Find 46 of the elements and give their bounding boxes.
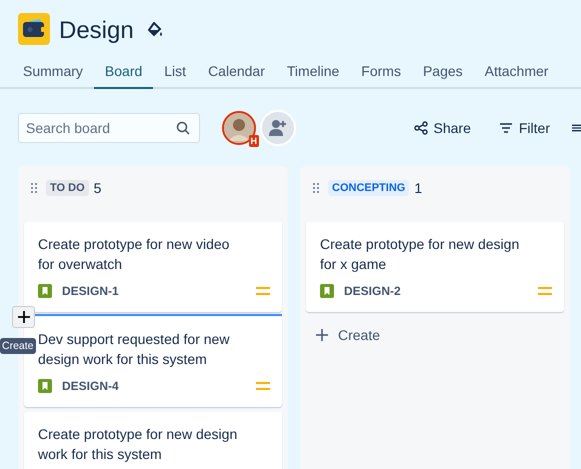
user-avatar[interactable] bbox=[222, 111, 256, 145]
issue-key: DESIGN-4 bbox=[62, 379, 119, 393]
nav-tab[interactable]: Summary bbox=[12, 59, 94, 87]
add-person-icon bbox=[269, 119, 287, 137]
story-icon bbox=[38, 379, 52, 393]
menu-icon[interactable] bbox=[572, 123, 581, 133]
nav-tab[interactable]: List bbox=[153, 59, 198, 87]
issue-card[interactable]: Create prototype for new design work for this system bbox=[24, 412, 282, 469]
insert-button[interactable] bbox=[12, 306, 35, 328]
story-icon bbox=[320, 284, 334, 298]
search-field[interactable]: Search board bbox=[18, 113, 200, 143]
nav-tab[interactable]: Pages bbox=[412, 59, 474, 87]
filter-icon bbox=[498, 122, 513, 134]
share-button[interactable]: Share bbox=[404, 120, 481, 136]
project-title: Design bbox=[59, 17, 134, 45]
issue-title: Create prototype for new design for x game bbox=[320, 235, 520, 274]
avatar-badge: H bbox=[248, 135, 259, 147]
issue-title: Dev support requested for new design work for this system bbox=[38, 330, 230, 369]
issue-title: Create prototype for new video for overwatch bbox=[38, 235, 230, 274]
status-lozenge: TO DO bbox=[46, 180, 89, 196]
filter-button[interactable]: Filter bbox=[488, 120, 560, 136]
priority-medium-icon bbox=[538, 286, 552, 296]
issue-count: 1 bbox=[414, 180, 422, 196]
priority-medium-icon bbox=[256, 286, 270, 296]
issue-key: DESIGN-1 bbox=[62, 284, 119, 298]
tooltip: Create bbox=[0, 338, 36, 354]
priority-medium-icon bbox=[256, 381, 270, 391]
search-icon bbox=[176, 121, 190, 135]
plus-icon bbox=[316, 329, 328, 341]
nav-tab[interactable]: Timeline bbox=[276, 59, 350, 87]
story-icon bbox=[38, 284, 52, 298]
issue-count: 5 bbox=[94, 180, 102, 196]
nav-tab[interactable]: Forms bbox=[350, 59, 412, 87]
nav-tab[interactable]: Attachmer bbox=[474, 59, 560, 87]
nav-tab[interactable]: Board bbox=[94, 59, 154, 89]
nav-tab[interactable]: Calendar bbox=[197, 59, 276, 87]
drag-handle-icon[interactable] bbox=[312, 182, 320, 194]
plus-icon bbox=[18, 311, 30, 323]
issue-title: Create prototype for new design work for this system bbox=[38, 425, 238, 464]
status-lozenge: CONCEPTING bbox=[328, 180, 410, 196]
share-icon bbox=[414, 121, 428, 135]
issue-key: DESIGN-2 bbox=[344, 284, 401, 298]
drag-handle-icon[interactable] bbox=[30, 182, 38, 194]
create-issue-button[interactable]: Create bbox=[306, 317, 564, 353]
add-people-button[interactable] bbox=[260, 110, 296, 146]
issue-card[interactable]: Create prototype for new design for x game DESIGN-2 bbox=[306, 222, 564, 312]
